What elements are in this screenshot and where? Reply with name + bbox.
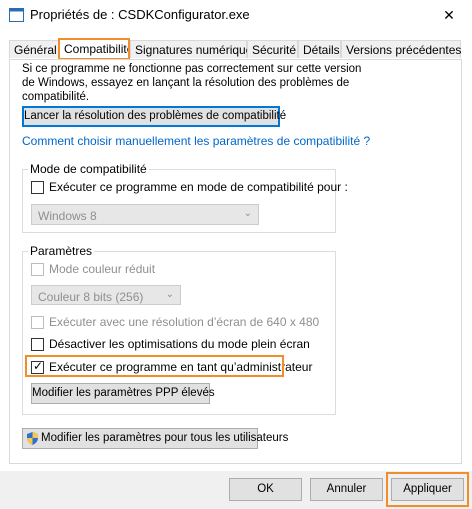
- res-640-label: Exécuter avec une résolution d’écran de …: [49, 315, 320, 329]
- reduced-color-label: Mode couleur réduit: [49, 262, 156, 276]
- intro-text: Si ce programme ne fonctionne pas correc…: [22, 63, 362, 103]
- window-title: Propriétés de : CSDKConfigurator.exe: [30, 7, 250, 22]
- close-button[interactable]: ✕: [426, 0, 472, 31]
- reduced-color-checkbox[interactable]: [31, 263, 44, 276]
- compat-os-select[interactable]: Windows 8 ⌄: [31, 204, 259, 225]
- cancel-button[interactable]: Annuler: [310, 478, 383, 501]
- disable-fullscreen-label: Désactiver les optimisations du mode ple…: [49, 337, 310, 351]
- app-window-icon: [9, 8, 24, 22]
- tab-compatibility[interactable]: Compatibilité: [59, 39, 133, 60]
- tab-general[interactable]: Général: [9, 40, 59, 58]
- ok-button[interactable]: OK: [229, 478, 302, 501]
- chevron-down-icon: ⌄: [243, 208, 252, 219]
- compat-mode-checkbox[interactable]: [31, 181, 44, 194]
- tab-details[interactable]: Détails: [298, 40, 341, 58]
- compat-mode-group-label: Mode de compatibilité: [28, 162, 149, 176]
- tab-strip: Général Compatibilité Signatures numériq…: [9, 39, 461, 60]
- disable-fullscreen-checkbox[interactable]: [31, 338, 44, 351]
- title-bar: Propriétés de : CSDKConfigurator.exe ✕: [0, 0, 472, 31]
- color-depth-select[interactable]: Couleur 8 bits (256) ⌄: [31, 285, 181, 305]
- run-as-admin-checkbox[interactable]: ✓: [31, 359, 44, 374]
- settings-group-label: Paramètres: [28, 244, 95, 258]
- compat-mode-checkbox-label: Exécuter ce programme en mode de compati…: [49, 180, 348, 194]
- manual-settings-link[interactable]: Comment choisir manuellement les paramèt…: [22, 134, 370, 148]
- tab-digital-signatures[interactable]: Signatures numériques: [130, 40, 258, 58]
- troubleshoot-button[interactable]: Lancer la résolution des problèmes de co…: [22, 106, 286, 127]
- high-dpi-button[interactable]: Modifier les paramètres PPP élevés: [31, 383, 215, 404]
- checkmark-icon: ✓: [33, 359, 44, 373]
- apply-button[interactable]: Appliquer: [391, 478, 464, 501]
- chevron-down-icon: ⌄: [165, 289, 174, 300]
- res-640-checkbox[interactable]: [31, 316, 44, 329]
- shield-icon: [27, 432, 38, 445]
- tab-previous-versions[interactable]: Versions précédentes: [341, 40, 461, 58]
- run-as-admin-label: Exécuter ce programme en tant qu’adminis…: [49, 360, 313, 374]
- tab-security[interactable]: Sécurité: [247, 40, 298, 58]
- all-users-button[interactable]: Modifier les paramètres pour tous les ut…: [22, 428, 288, 449]
